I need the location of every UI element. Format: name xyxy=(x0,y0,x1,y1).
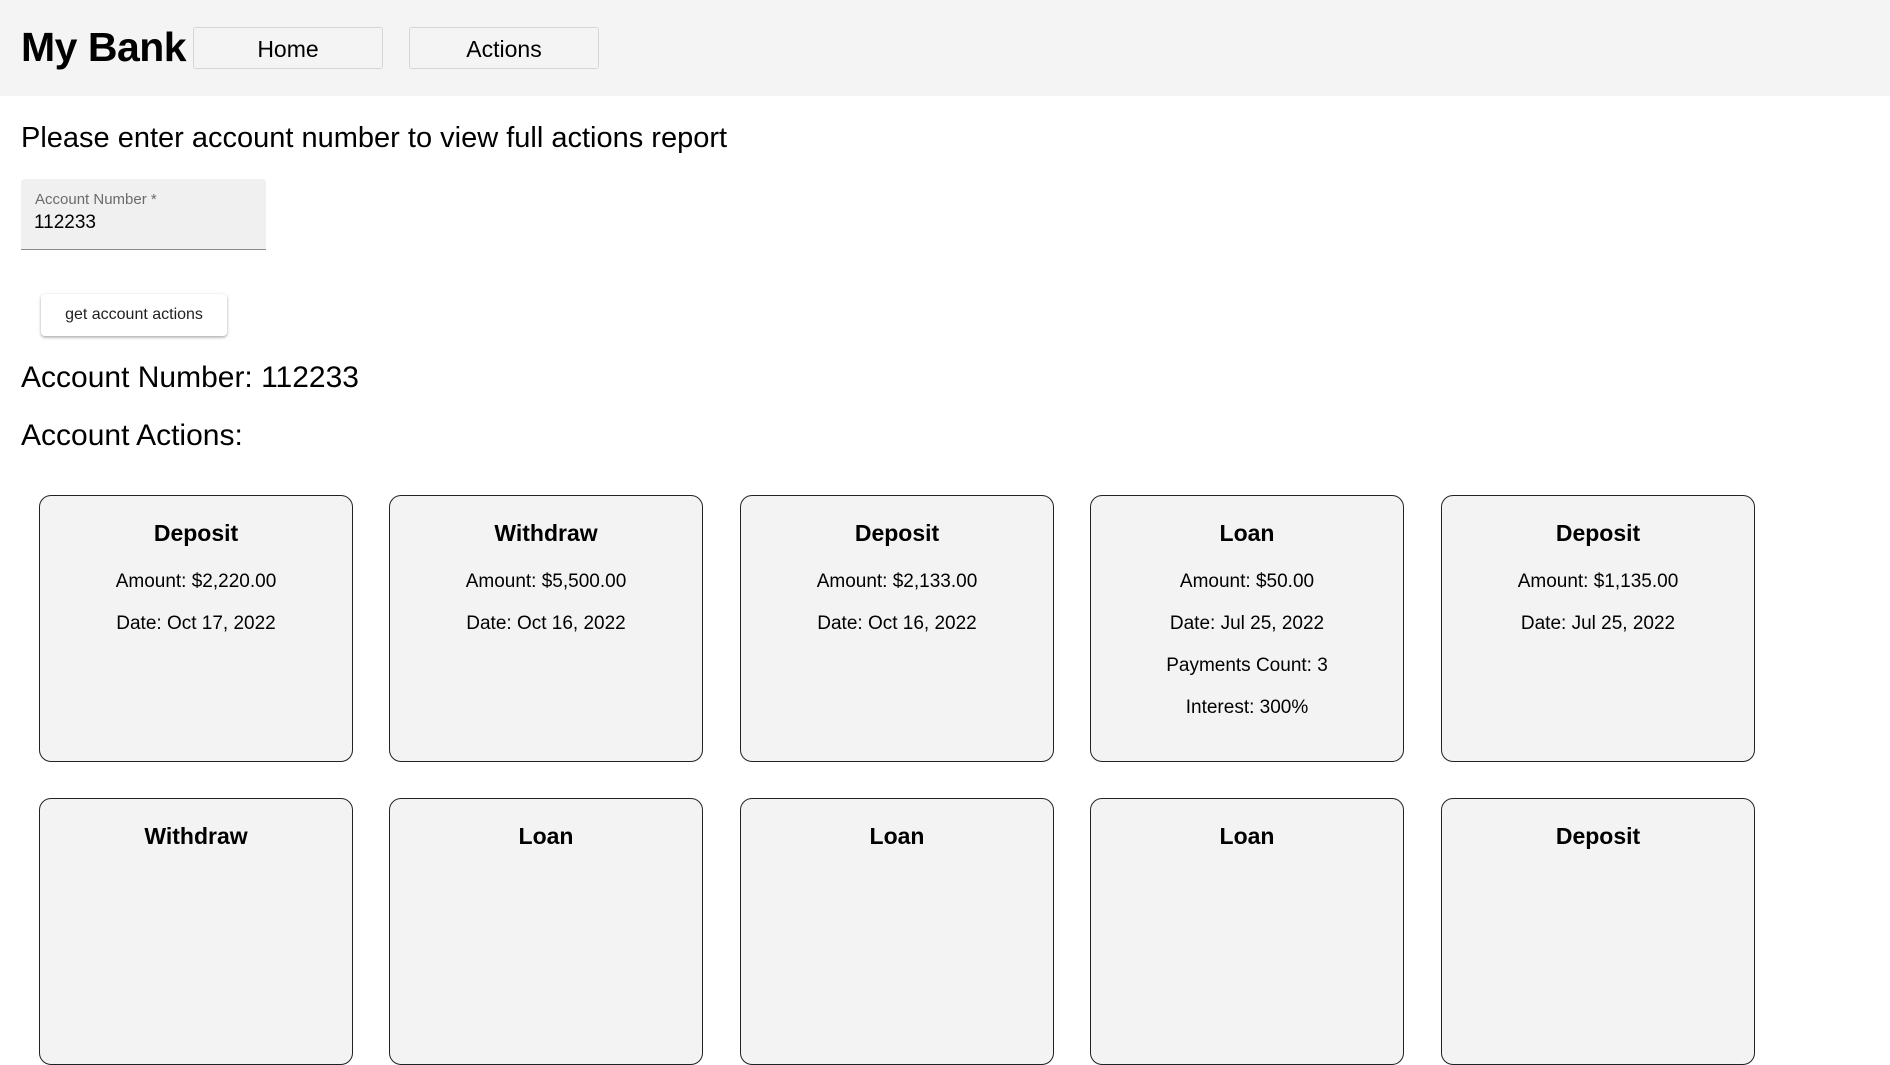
action-type: Withdraw xyxy=(494,520,598,546)
action-card: Deposit xyxy=(1441,798,1755,1065)
action-card: Loan Amount: $50.00 Date: Jul 25, 2022 P… xyxy=(1090,495,1404,762)
action-payments-count: Payments Count: 3 xyxy=(1166,655,1328,676)
action-date: Date: Jul 25, 2022 xyxy=(1520,613,1676,634)
action-amount: Amount: $50.00 xyxy=(1179,571,1315,592)
account-actions-heading: Account Actions: xyxy=(21,419,243,452)
action-amount: Amount: $5,500.00 xyxy=(465,571,627,592)
action-type: Loan xyxy=(1219,823,1275,849)
brand-title: My Bank xyxy=(21,24,187,70)
action-type: Loan xyxy=(869,823,925,849)
action-date: Date: Oct 16, 2022 xyxy=(466,613,626,634)
get-account-actions-button[interactable]: get account actions xyxy=(41,294,227,336)
action-card: Deposit Amount: $2,133.00 Date: Oct 16, … xyxy=(740,495,1054,762)
action-card: Withdraw Amount: $5,500.00 Date: Oct 16,… xyxy=(389,495,703,762)
nav-actions-button[interactable]: Actions xyxy=(409,27,599,69)
account-number-label: Account Number * xyxy=(35,191,157,208)
action-type: Deposit xyxy=(153,520,239,546)
action-card: Loan xyxy=(740,798,1054,1065)
action-card: Deposit Amount: $2,220.00 Date: Oct 17, … xyxy=(39,495,353,762)
nav-home-button[interactable]: Home xyxy=(193,27,383,69)
action-type: Loan xyxy=(518,823,574,849)
action-type: Withdraw xyxy=(144,823,248,849)
action-type: Deposit xyxy=(1555,520,1641,546)
action-amount: Amount: $2,133.00 xyxy=(816,571,978,592)
action-card: Loan xyxy=(1090,798,1404,1065)
action-amount: Amount: $1,135.00 xyxy=(1517,571,1679,592)
action-card: Withdraw xyxy=(39,798,353,1065)
account-number-field[interactable]: Account Number * xyxy=(21,179,266,250)
action-date: Date: Oct 17, 2022 xyxy=(116,613,276,634)
action-date: Date: Oct 16, 2022 xyxy=(817,613,977,634)
account-number-heading: Account Number: 112233 xyxy=(21,361,359,394)
account-number-input[interactable] xyxy=(34,212,254,234)
action-type: Deposit xyxy=(854,520,940,546)
top-navbar: My Bank Home Actions xyxy=(0,0,1890,96)
action-type: Loan xyxy=(1219,520,1275,546)
action-card: Loan xyxy=(389,798,703,1065)
action-amount: Amount: $2,220.00 xyxy=(115,571,277,592)
page-prompt: Please enter account number to view full… xyxy=(21,122,728,154)
action-type: Deposit xyxy=(1555,823,1641,849)
action-date: Date: Jul 25, 2022 xyxy=(1169,613,1325,634)
action-interest: Interest: 300% xyxy=(1185,697,1309,718)
action-card: Deposit Amount: $1,135.00 Date: Jul 25, … xyxy=(1441,495,1755,762)
